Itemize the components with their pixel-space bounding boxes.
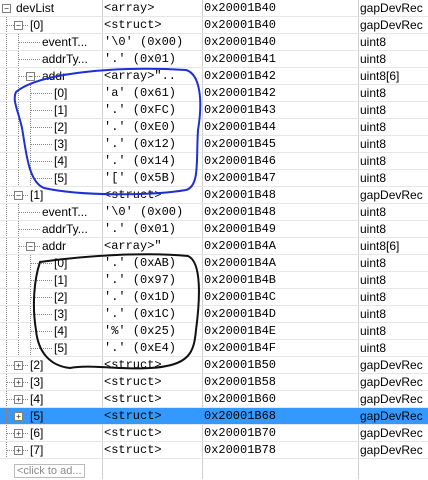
blue-annotation-loop <box>13 67 202 196</box>
black-annotation-loop <box>32 253 200 370</box>
annotation-layer <box>13 67 202 370</box>
